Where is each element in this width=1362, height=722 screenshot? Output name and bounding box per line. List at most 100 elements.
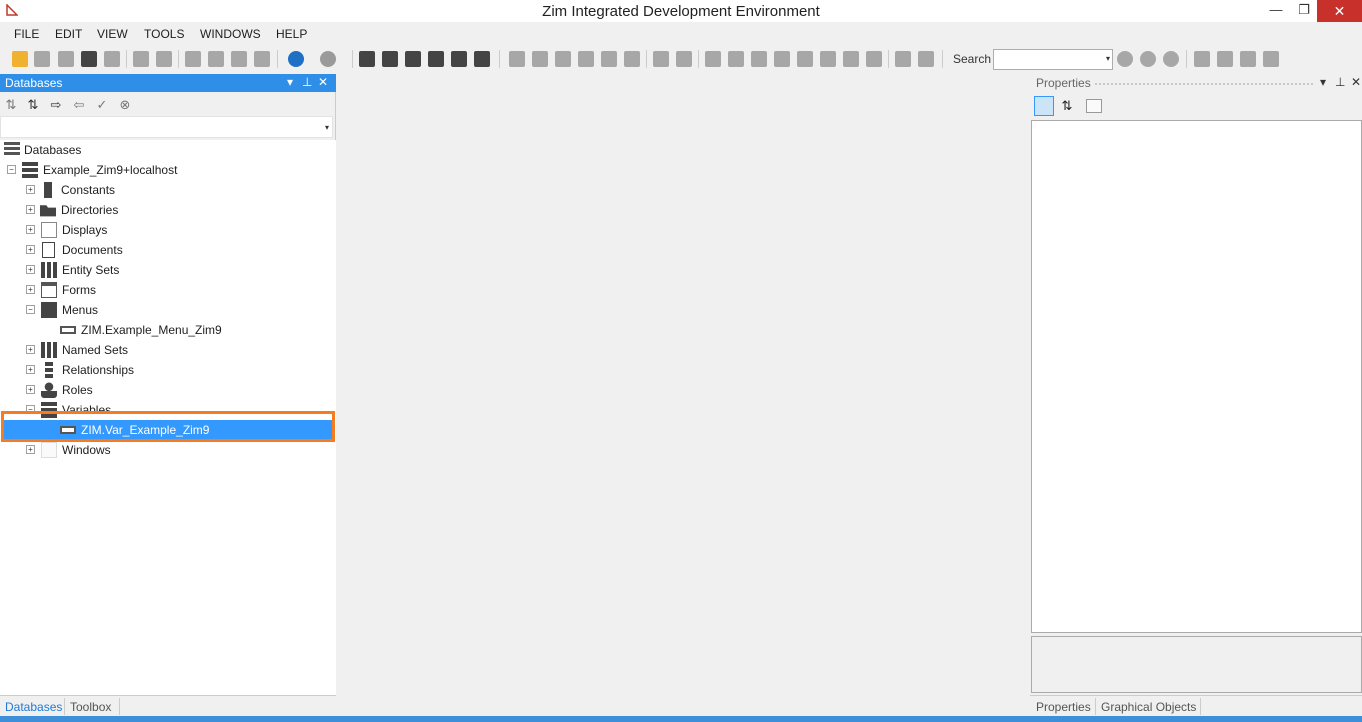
paste-icon[interactable] [231, 51, 247, 67]
tree-root[interactable]: Databases [0, 140, 336, 160]
expand-icon[interactable]: + [26, 445, 35, 454]
panel-menu-button[interactable]: ▾ [1320, 75, 1326, 89]
collapse-icon[interactable]: − [26, 305, 35, 314]
space-vert-dec-icon[interactable] [866, 51, 882, 67]
space-vert-icon[interactable] [820, 51, 836, 67]
pin-icon[interactable]: ⊥ [1335, 75, 1345, 89]
bookmark-clear-icon[interactable] [1263, 51, 1279, 67]
tab-properties[interactable]: Properties [1036, 700, 1091, 714]
new-icon[interactable] [12, 51, 28, 67]
check-icon[interactable]: ✓ [94, 97, 110, 113]
menu-file[interactable]: FILE [14, 27, 39, 41]
restore-button[interactable]: ❐ [1290, 0, 1318, 22]
search-input[interactable]: ▾ [993, 49, 1113, 70]
menu-help[interactable]: HELP [276, 27, 307, 41]
send-back-icon[interactable] [676, 51, 692, 67]
tree-item-relationships[interactable]: + Relationships [0, 360, 336, 380]
space-horiz-inc-icon[interactable] [751, 51, 767, 67]
align-left-icon[interactable] [509, 51, 525, 67]
align-bottom-icon[interactable] [601, 51, 617, 67]
tree-item-directories[interactable]: + Directories [0, 200, 336, 220]
menu-edit[interactable]: EDIT [55, 27, 82, 41]
forward-icon[interactable] [320, 51, 336, 67]
menu-windows[interactable]: WINDOWS [200, 27, 261, 41]
import-icon[interactable]: ⇦ [71, 97, 87, 113]
expand-icon[interactable]: + [26, 245, 35, 254]
copy-icon[interactable] [208, 51, 224, 67]
expand-icon[interactable]: + [26, 205, 35, 214]
space-vert-inc-icon[interactable] [843, 51, 859, 67]
undo-icon[interactable] [133, 51, 149, 67]
tree-item-menus[interactable]: − Menus [0, 300, 336, 320]
property-grid[interactable] [1031, 120, 1362, 633]
panel-close-icon[interactable]: ✕ [318, 75, 328, 89]
chevron-down-icon[interactable]: ▾ [325, 123, 329, 132]
wrench-icon[interactable] [359, 51, 375, 67]
search-icon[interactable] [1117, 51, 1133, 67]
save-all-icon[interactable] [58, 51, 74, 67]
expand-icon[interactable]: + [26, 385, 35, 394]
stack-icon[interactable] [405, 51, 421, 67]
comment-icon[interactable] [451, 51, 467, 67]
bookmark-prev-icon[interactable] [1217, 51, 1233, 67]
minimize-button[interactable]: — [1262, 0, 1290, 22]
tree-item-roles[interactable]: + Roles [0, 380, 336, 400]
expand-icon[interactable]: + [26, 345, 35, 354]
redo-icon[interactable] [156, 51, 172, 67]
tree-connection[interactable]: − Example_Zim9+localhost [0, 160, 336, 180]
space-horiz-icon[interactable] [728, 51, 744, 67]
expand-icon[interactable]: + [26, 365, 35, 374]
sort-descending-icon[interactable]: ⇅ [25, 97, 41, 113]
collapse-icon[interactable]: − [7, 165, 16, 174]
tools-icon[interactable] [382, 51, 398, 67]
pin-icon[interactable]: ⊥ [302, 75, 312, 89]
cancel-icon[interactable]: ⊗ [117, 97, 133, 113]
same-height-icon[interactable] [797, 51, 813, 67]
center-vert-icon[interactable] [918, 51, 934, 67]
tree-item-menu-child[interactable]: ZIM.Example_Menu_Zim9 [0, 320, 336, 340]
menu-tools[interactable]: TOOLS [144, 27, 184, 41]
search-next-icon[interactable] [1163, 51, 1179, 67]
space-horiz-dec-icon[interactable] [774, 51, 790, 67]
expand-icon[interactable]: + [26, 225, 35, 234]
expand-icon[interactable]: + [26, 265, 35, 274]
tab-databases[interactable]: Databases [5, 700, 62, 714]
tree-item-constants[interactable]: + Constants [0, 180, 336, 200]
close-button[interactable]: ✕ [1317, 0, 1362, 22]
tree-icon[interactable] [428, 51, 444, 67]
bookmark-next-icon[interactable] [1240, 51, 1256, 67]
add-icon[interactable] [81, 51, 97, 67]
print-icon[interactable] [104, 51, 120, 67]
grid-icon[interactable] [474, 51, 490, 67]
tab-graphical-objects[interactable]: Graphical Objects [1101, 700, 1196, 714]
export-icon[interactable]: ⇨ [48, 97, 64, 113]
sort-ascending-icon[interactable]: ⇅ [3, 97, 19, 113]
tree-item-named-sets[interactable]: + Named Sets [0, 340, 336, 360]
same-width-icon[interactable] [705, 51, 721, 67]
panel-menu-button[interactable]: ▾ [287, 75, 293, 89]
expand-icon[interactable]: + [26, 285, 35, 294]
property-pages-icon[interactable] [1086, 99, 1102, 113]
save-icon[interactable] [34, 51, 50, 67]
align-top-icon[interactable] [555, 51, 571, 67]
bring-front-icon[interactable] [653, 51, 669, 67]
bookmark-icon[interactable] [1194, 51, 1210, 67]
categorized-icon[interactable] [1034, 96, 1054, 116]
tree-item-documents[interactable]: + Documents [0, 240, 336, 260]
tree-item-forms[interactable]: + Forms [0, 280, 336, 300]
database-selector[interactable]: ▾ [0, 116, 333, 138]
back-icon[interactable] [288, 51, 304, 67]
menu-view[interactable]: VIEW [97, 27, 128, 41]
drag-grip[interactable] [1094, 82, 1314, 86]
chevron-down-icon[interactable]: ▾ [1106, 54, 1110, 63]
tree-item-displays[interactable]: + Displays [0, 220, 336, 240]
search-prev-icon[interactable] [1140, 51, 1156, 67]
alphabetical-icon[interactable]: ⇅ [1057, 96, 1077, 116]
panel-close-icon[interactable]: ✕ [1351, 75, 1361, 89]
cut-icon[interactable] [185, 51, 201, 67]
expand-icon[interactable]: + [26, 185, 35, 194]
tree-item-entity-sets[interactable]: + Entity Sets [0, 260, 336, 280]
align-right-icon[interactable] [624, 51, 640, 67]
align-middle-icon[interactable] [578, 51, 594, 67]
delete-icon[interactable] [254, 51, 270, 67]
